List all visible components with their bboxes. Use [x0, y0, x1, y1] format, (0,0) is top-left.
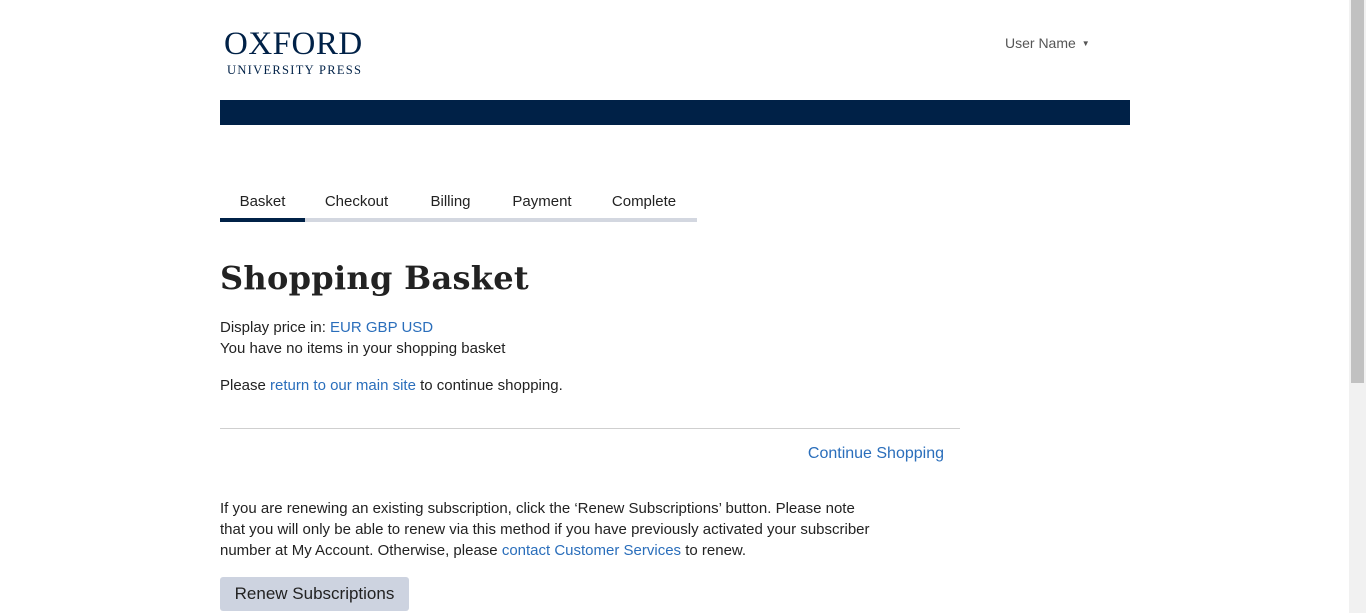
caret-down-icon: ▼	[1081, 38, 1090, 48]
logo-main-text: OXFORD	[224, 26, 363, 62]
tab-payment[interactable]: Payment	[493, 190, 591, 219]
tab-basket[interactable]: Basket	[220, 190, 305, 222]
divider	[220, 428, 960, 429]
tab-checkout[interactable]: Checkout	[305, 190, 408, 219]
currency-eur-link[interactable]: EUR	[330, 319, 362, 336]
return-suffix: to continue shopping.	[420, 377, 563, 394]
return-message: Please return to our main site to contin…	[220, 375, 563, 396]
scrollbar[interactable]	[1349, 0, 1366, 613]
display-price-row: Display price in: EUR GBP USD	[220, 317, 433, 338]
user-name: User Name	[1005, 35, 1076, 51]
user-menu[interactable]: User Name ▼	[1005, 35, 1090, 51]
continue-shopping-link[interactable]: Continue Shopping	[808, 445, 944, 463]
logo-sub-text: UNIVERSITY PRESS	[227, 63, 363, 77]
oxford-logo[interactable]: OXFORD UNIVERSITY PRESS	[224, 28, 363, 78]
renew-info: If you are renewing an existing subscrip…	[220, 498, 870, 561]
return-main-site-link[interactable]: return to our main site	[270, 377, 416, 394]
currency-usd-link[interactable]: USD	[401, 319, 433, 336]
renew-subscriptions-button[interactable]: Renew Subscriptions	[220, 577, 409, 611]
tab-complete[interactable]: Complete	[591, 190, 697, 219]
scrollbar-thumb[interactable]	[1351, 0, 1364, 383]
contact-customer-services-link[interactable]: contact Customer Services	[502, 542, 681, 559]
page-title: Shopping Basket	[220, 259, 530, 297]
tab-billing[interactable]: Billing	[408, 190, 493, 219]
header-bar	[220, 100, 1130, 125]
renew-suffix: to renew.	[685, 542, 747, 559]
page: OXFORD UNIVERSITY PRESS User Name ▼ Bask…	[0, 0, 1349, 613]
checkout-steps: Basket Checkout Billing Payment Complete	[220, 190, 697, 222]
return-prefix: Please	[220, 377, 266, 394]
display-price-label: Display price in:	[220, 319, 326, 336]
empty-basket-message: You have no items in your shopping baske…	[220, 340, 506, 357]
currency-gbp-link[interactable]: GBP	[366, 319, 397, 336]
